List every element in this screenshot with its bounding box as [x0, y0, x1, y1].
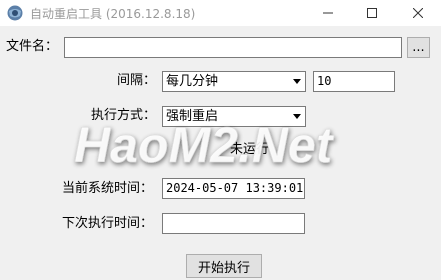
current-time-field: 2024-05-07 13:39:01	[162, 178, 305, 199]
chevron-down-icon	[288, 107, 305, 126]
interval-label: 间隔：	[117, 73, 157, 88]
method-label: 执行方式：	[91, 108, 157, 123]
app-icon	[7, 5, 23, 21]
current-time-label: 当前系统时间：	[62, 181, 154, 196]
interval-value-input[interactable]: 10	[313, 71, 395, 92]
minimize-icon	[323, 12, 333, 14]
file-input[interactable]	[64, 37, 402, 58]
window-title: 自动重启工具 (2016.12.8.18)	[30, 7, 196, 21]
maximize-icon	[367, 8, 377, 18]
title-bar: 自动重启工具 (2016.12.8.18)	[0, 0, 441, 26]
interval-select[interactable]: 每几分钟	[162, 71, 306, 92]
interval-select-value: 每几分钟	[166, 74, 219, 89]
minimize-button[interactable]	[306, 0, 350, 26]
start-button[interactable]: 开始执行	[186, 254, 262, 278]
method-select-value: 强制重启	[166, 109, 219, 124]
next-time-field	[162, 213, 305, 234]
method-select[interactable]: 强制重启	[162, 106, 306, 127]
close-icon	[412, 8, 423, 18]
status-text: 未运行	[230, 142, 270, 157]
close-button[interactable]	[394, 0, 441, 26]
browse-button[interactable]: ...	[407, 37, 430, 58]
file-label: 文件名：	[6, 39, 59, 54]
maximize-button[interactable]	[350, 0, 394, 26]
chevron-down-icon	[288, 72, 305, 91]
next-time-label: 下次执行时间：	[62, 216, 154, 231]
